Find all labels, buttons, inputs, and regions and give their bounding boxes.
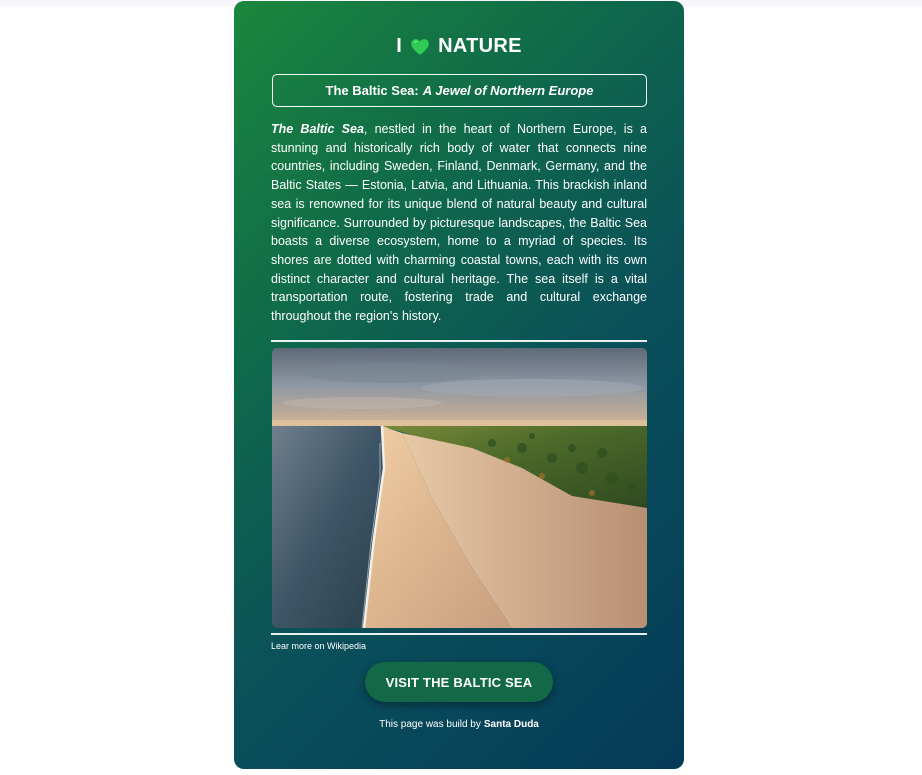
page-title: I NATURE [234, 35, 684, 58]
article-paragraph: The Baltic Sea, nestled in the heart of … [271, 120, 647, 326]
divider-bottom [271, 633, 647, 635]
subtitle-italic: A Jewel of Northern Europe [422, 83, 594, 98]
green-heart-icon [410, 37, 430, 57]
divider-top [271, 340, 647, 342]
subtitle-plain: The Baltic Sea: [325, 83, 419, 98]
wikipedia-link[interactable]: Lear more on Wikipedia [271, 641, 366, 651]
baltic-sea-photo [272, 348, 647, 628]
title-word: NATURE [438, 35, 522, 57]
article-text: , nestled in the heart of Northern Europ… [271, 122, 647, 324]
footer-author: Santa Duda [483, 719, 539, 730]
title-prefix: I [396, 35, 403, 57]
footer-credit: This page was build by Santa Duda [234, 719, 684, 730]
nature-card: I NATURE The Baltic Sea: A Jewel of Nort… [234, 1, 684, 769]
article-lead: The Baltic Sea [271, 122, 364, 136]
visit-baltic-sea-button[interactable]: VISIT THE BALTIC SEA [365, 662, 553, 702]
footer-text: This page was build by [379, 719, 481, 730]
subtitle-box: The Baltic Sea: A Jewel of Northern Euro… [272, 74, 647, 107]
